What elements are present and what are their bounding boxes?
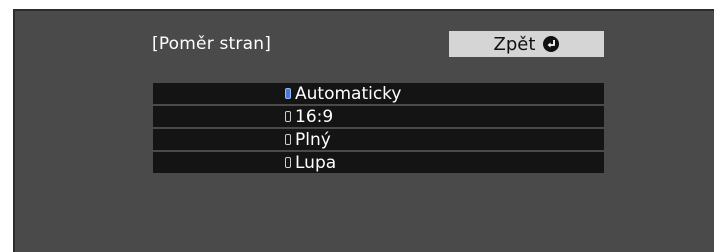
radio-selected-icon — [285, 88, 291, 99]
option-16-9[interactable]: 16:9 — [153, 106, 604, 127]
radio-unselected-icon — [285, 157, 291, 168]
option-label: Lupa — [295, 152, 337, 173]
back-button-label: Zpět — [493, 33, 536, 55]
option-label: 16:9 — [295, 106, 334, 127]
option-plny[interactable]: Plný — [153, 129, 604, 150]
option-label: Automaticky — [295, 83, 402, 104]
menu-title: [Poměr stran] — [152, 34, 272, 54]
aspect-ratio-menu-panel: [Poměr stran] Zpět Automaticky 16:9 Plný… — [13, 9, 714, 252]
radio-unselected-icon — [285, 111, 291, 122]
option-lupa[interactable]: Lupa — [153, 152, 604, 173]
enter-return-icon — [543, 36, 560, 52]
option-label: Plný — [295, 129, 331, 150]
back-button[interactable]: Zpět — [449, 31, 604, 57]
aspect-ratio-options: Automaticky 16:9 Plný Lupa — [153, 83, 604, 175]
option-automaticky[interactable]: Automaticky — [153, 83, 604, 104]
radio-unselected-icon — [285, 134, 291, 145]
